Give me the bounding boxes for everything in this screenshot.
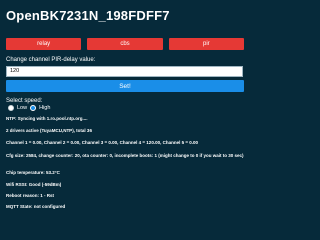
pir-delay-label: Change channel PIR-delay value:	[6, 57, 96, 63]
set-button[interactable]: Set!	[6, 80, 244, 92]
pir-delay-input[interactable]: 120	[6, 66, 243, 77]
high-radio-label: High	[39, 105, 51, 111]
wifi-rssi: Wifi RSSI: Good (-59dBm)	[6, 182, 62, 187]
speed-label: Select speed:	[6, 98, 43, 104]
low-radio[interactable]	[8, 105, 14, 111]
drivers-status: 2 drivers active (TuyaMCU,NTP), total 36	[6, 128, 92, 133]
speed-radio-group: Low High	[8, 105, 50, 111]
relay-toggle-button[interactable]: relay	[6, 38, 82, 50]
ntp-status: NTP: Syncing with 1.ro.pool.ntp.org....	[6, 116, 88, 121]
high-radio[interactable]	[30, 105, 37, 111]
low-radio-label: Low	[17, 105, 28, 111]
channels-status: Channel 1 = 0.00, Channel 2 = 0.00, Chan…	[6, 140, 198, 145]
pir-toggle-button[interactable]: pir	[168, 38, 244, 50]
page-title: OpenBK7231N_198FDFF7	[6, 8, 170, 23]
cfg-status: Cfg size: 2584, change counter: 20, ota …	[6, 153, 244, 158]
cbs-toggle-button[interactable]: cbs	[87, 38, 163, 50]
toggle-row: relay cbs pir	[6, 38, 244, 50]
chip-temperature: Chip temperature: 53.2°C	[6, 170, 60, 175]
mqtt-state: MQTT State: not configured	[6, 204, 66, 209]
reboot-reason: Reboot reason: 1 - Rst	[6, 193, 55, 198]
